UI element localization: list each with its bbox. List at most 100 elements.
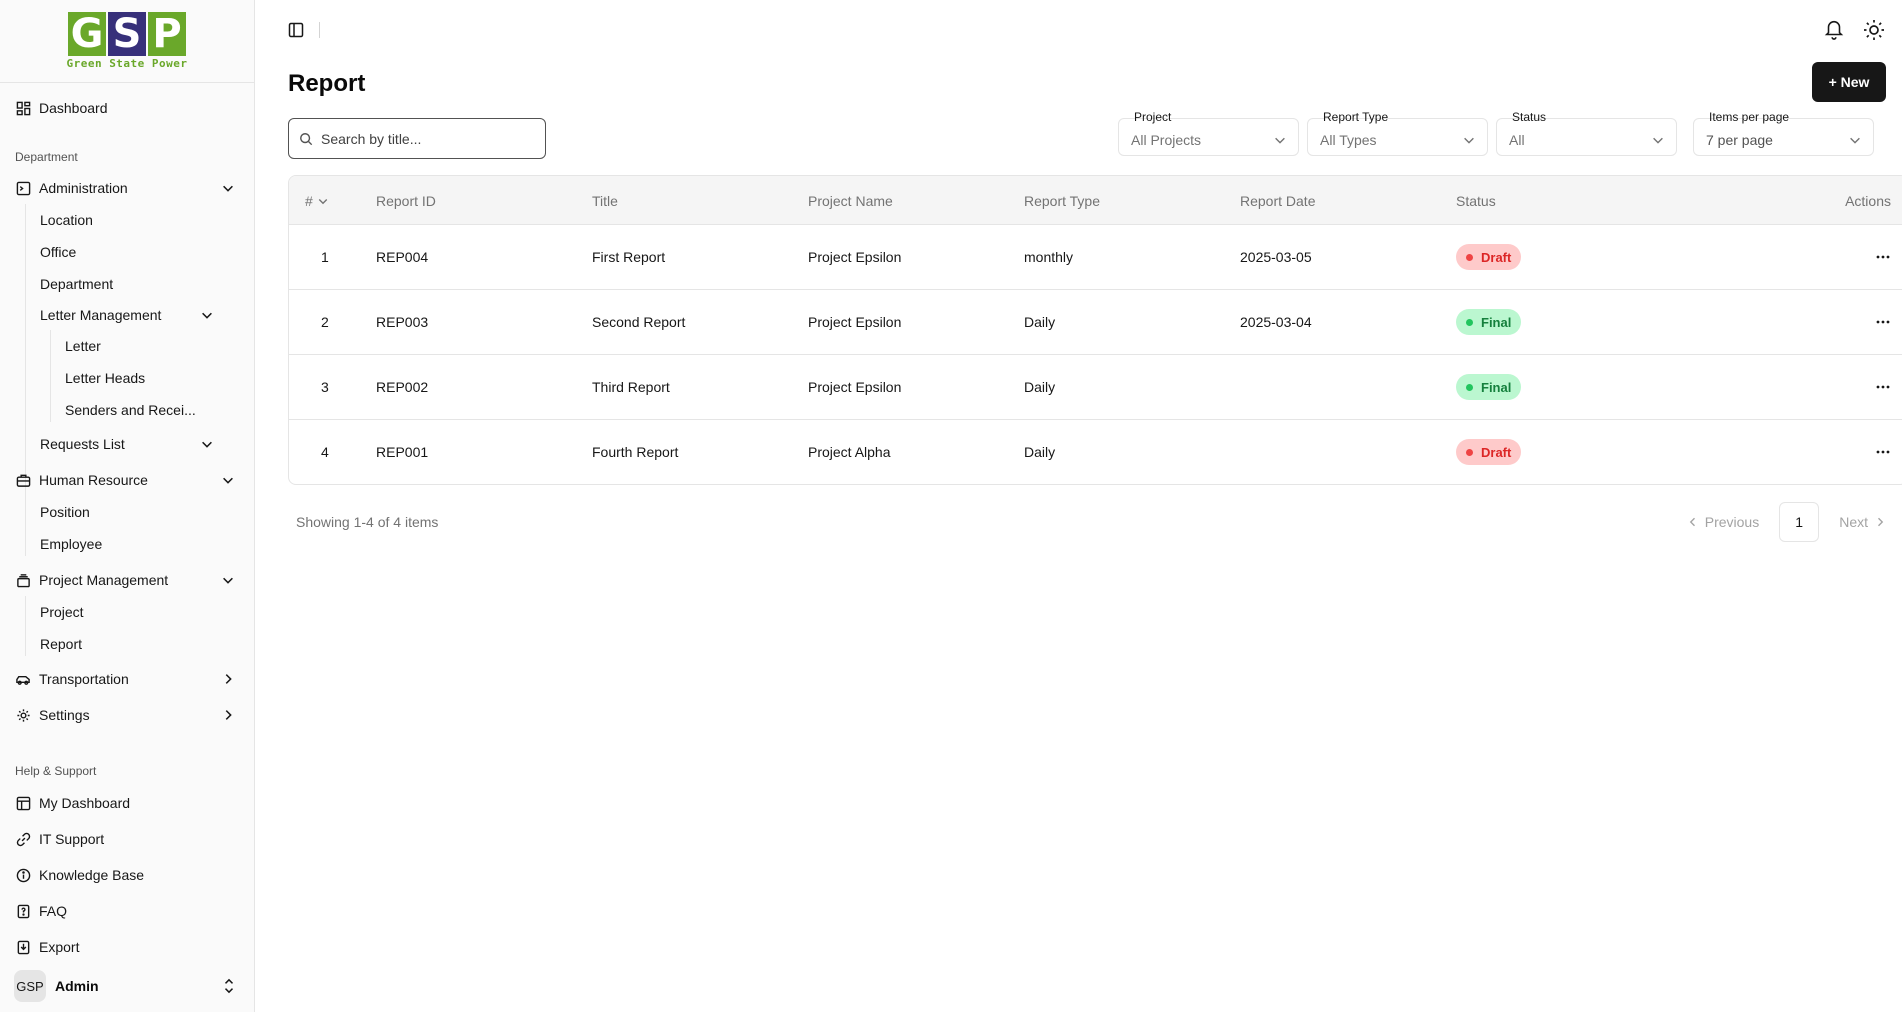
sidebar-item-report[interactable]: Report [40,633,82,655]
column-header: Actions [1845,193,1891,209]
sidebar-item-office[interactable]: Office [40,241,76,263]
search-icon [300,132,313,145]
more-actions-icon[interactable] [1875,249,1891,265]
sidebar-item-employee[interactable]: Employee [40,533,102,555]
sidebar-item-transportation[interactable]: Transportation [15,667,239,691]
sidebar-item-location[interactable]: Location [40,209,93,231]
new-report-button[interactable]: + New [1812,62,1886,102]
report-id: REP002 [376,379,429,395]
user-name: Admin [55,978,99,994]
chevron-down-icon [1653,137,1663,144]
briefcase-icon [15,472,31,488]
report-id: REP003 [376,314,429,330]
dashboard-icon [15,100,31,116]
search-box[interactable] [288,118,546,159]
sidebar-item-label: Project Management [39,572,169,588]
chevron-up-down-icon [224,978,234,994]
sidebar-item-position[interactable]: Position [40,501,90,523]
sidebar-item-knowledge-base[interactable]: Knowledge Base [15,863,239,887]
showing-count: Showing 1-4 of 4 items [296,514,439,530]
chevron-right-icon [225,710,232,720]
divider [319,22,320,38]
sidebar-item-project[interactable]: Project [40,601,84,623]
project-name: Project Epsilon [808,379,902,395]
sort-number-header[interactable]: # [305,193,329,209]
filter-value: All Types [1320,132,1377,148]
chevron-down-icon [1464,137,1474,144]
sidebar-item-label: Human Resource [39,472,148,488]
sidebar-item-senders-receivers[interactable]: Senders and Recei... [65,399,196,421]
table-header: # Report ID Title Project Name Report Ty… [289,176,1902,225]
report-date: 2025-03-04 [1240,314,1312,330]
logo-area: G S P Green State Power [0,0,254,83]
main-content: Report + New Project All Projects Report… [255,0,1902,1012]
sidebar-toggle-icon[interactable] [288,22,304,38]
sidebar-item-label: FAQ [39,903,68,919]
sidebar-item-export[interactable]: Export [15,935,239,959]
previous-button[interactable]: Previous [1687,514,1759,530]
sidebar-item-human-resource[interactable]: Human Resource [15,468,239,492]
report-date: 2025-03-05 [1240,249,1312,265]
next-button[interactable]: Next [1839,514,1886,530]
sidebar-item-dashboard[interactable]: Dashboard [15,96,239,120]
chevron-down-icon [223,477,233,484]
page-title: Report [288,70,366,97]
sidebar-item-requests-list[interactable]: Requests List [40,432,214,456]
column-header: Report ID [376,193,436,209]
table-row[interactable]: 4 REP001 Fourth Report Project Alpha Dai… [289,420,1902,484]
sun-icon[interactable] [1862,18,1886,42]
search-input[interactable] [321,130,521,147]
chevron-down-icon [202,441,212,448]
filter-value: All Projects [1131,132,1202,148]
sidebar-item-settings[interactable]: Settings [15,703,239,727]
user-menu[interactable]: GSP Admin [14,970,240,1002]
sidebar-item-administration[interactable]: Administration [15,176,239,200]
sidebar-item-it-support[interactable]: IT Support [15,827,239,851]
chevron-down-icon [202,312,212,319]
reports-table: # Report ID Title Project Name Report Ty… [288,175,1902,485]
sub-tree-line [25,596,26,656]
sidebar-item-department[interactable]: Department [40,273,113,295]
status-badge: Final [1456,309,1522,335]
table-row[interactable]: 2 REP003 Second Report Project Epsilon D… [289,290,1902,355]
table-row[interactable]: 1 REP004 First Report Project Epsilon mo… [289,225,1902,290]
avatar: GSP [14,970,46,1002]
table-row[interactable]: 3 REP002 Third Report Project Epsilon Da… [289,355,1902,420]
topbar [255,0,1902,60]
sidebar-item-letter[interactable]: Letter [65,335,101,357]
gear-icon [15,707,31,723]
more-actions-icon[interactable] [1875,314,1891,330]
logo-letter-g: G [68,12,106,56]
car-icon [15,671,31,687]
sidebar-item-project-management[interactable]: Project Management [15,568,239,592]
project-name: Project Epsilon [808,314,902,330]
items-per-page-filter[interactable]: Items per page 7 per page [1693,110,1874,156]
more-actions-icon[interactable] [1875,379,1891,395]
sidebar-item-letter-management[interactable]: Letter Management [40,303,214,327]
chevron-right-icon [1878,517,1884,527]
project-filter[interactable]: Project All Projects [1118,110,1299,156]
chevron-right-icon [225,674,232,684]
sidebar-item-label: IT Support [39,831,105,847]
status-filter[interactable]: Status All [1496,110,1677,156]
filter-label: Status [1512,110,1547,124]
report-type-filter[interactable]: Report Type All Types [1307,110,1488,156]
sidebar-item-label: Administration [39,180,128,196]
sidebar-item-label: Knowledge Base [39,867,145,883]
sidebar: G S P Green State Power Dashboard Depart… [0,0,255,1012]
sidebar-item-letter-heads[interactable]: Letter Heads [65,367,145,389]
chevron-down-icon [1850,137,1860,144]
status-badge: Draft [1456,244,1522,270]
page-number-button[interactable]: 1 [1779,502,1820,542]
chevron-down-icon [223,577,233,584]
more-actions-icon[interactable] [1875,444,1891,460]
report-type: monthly [1024,249,1074,265]
sidebar-item-faq[interactable]: FAQ [15,899,239,923]
column-header: # [305,193,313,209]
report-title: Third Report [592,379,670,395]
company-logo[interactable]: G S P Green State Power [66,12,187,70]
sidebar-item-my-dashboard[interactable]: My Dashboard [15,791,239,815]
report-type: Daily [1024,379,1056,395]
bell-icon[interactable] [1823,18,1845,40]
report-title: Fourth Report [592,444,679,460]
